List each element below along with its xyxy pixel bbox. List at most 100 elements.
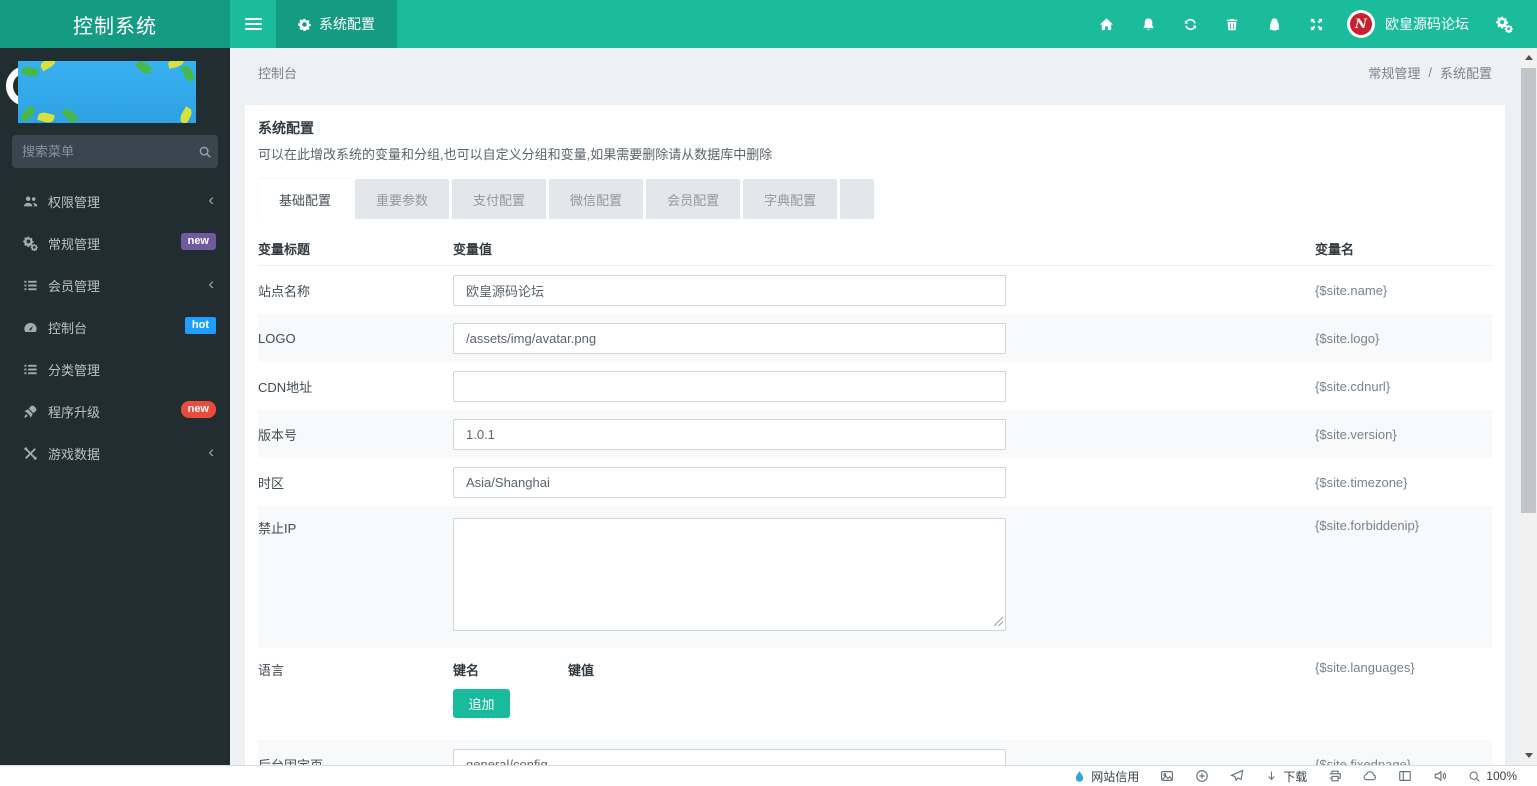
scroll-up-arrow[interactable]: [1520, 50, 1537, 65]
print-item[interactable]: [1328, 769, 1342, 783]
sidebar-item-auth[interactable]: 权限管理 ‹: [0, 180, 230, 222]
append-button[interactable]: 追加: [453, 689, 510, 718]
site-name-input[interactable]: [453, 274, 1006, 306]
table-row-fixedpage: 后台固定页 {$site.fixedpage}: [258, 740, 1492, 765]
table-row-timezone: 时区 {$site.timezone}: [258, 458, 1492, 506]
bell-icon[interactable]: [1127, 0, 1169, 48]
config-tabs: 基础配置 重要参数 支付配置 微信配置 会员配置 字典配置: [258, 179, 1492, 219]
new-badge: new: [180, 401, 216, 419]
config-table: 变量标题 变量值 变量名 站点名称 {$site.name} LOGO {$si…: [258, 232, 1492, 765]
tab-dict-config[interactable]: 字典配置: [743, 179, 838, 219]
new-badge: new: [180, 233, 216, 251]
table-row-site-name: 站点名称 {$site.name}: [258, 266, 1492, 314]
cogs-icon[interactable]: [1483, 0, 1525, 48]
menu-search: [12, 135, 218, 168]
vertical-scrollbar: [1520, 48, 1537, 765]
tab-wechat-config[interactable]: 微信配置: [549, 179, 644, 219]
printer-icon: [1328, 769, 1342, 783]
user-menu[interactable]: N 欧皇源码论坛: [1337, 10, 1483, 38]
table-header: 变量标题 变量值 变量名: [258, 232, 1492, 266]
chevron-left-icon: ‹: [208, 274, 214, 293]
sidebar-panel-item[interactable]: [1398, 769, 1412, 783]
tab-important-params[interactable]: 重要参数: [355, 179, 450, 219]
sidebar-item-category[interactable]: 分类管理: [0, 348, 230, 390]
site-logo-input[interactable]: [453, 322, 1006, 354]
zoom-level-item[interactable]: 100%: [1468, 769, 1517, 783]
topbar: 控制系统 系统配置 N 欧皇源码论坛: [0, 0, 1537, 48]
table-row-logo: LOGO {$site.logo}: [258, 314, 1492, 362]
fullscreen-icon[interactable]: [1295, 0, 1337, 48]
topnav-tab-system-config[interactable]: 系统配置: [276, 0, 397, 48]
window-icon: [1398, 769, 1412, 783]
resize-handle-icon[interactable]: [994, 617, 1003, 626]
sidebar-item-gamedata[interactable]: 游戏数据 ‹: [0, 432, 230, 474]
site-version-input[interactable]: [453, 418, 1006, 450]
cloud-item[interactable]: [1363, 769, 1377, 783]
cloud-icon: [1363, 769, 1377, 783]
users-icon: [22, 194, 38, 209]
tab-payment-config[interactable]: 支付配置: [452, 179, 547, 219]
plane-icon: [1230, 769, 1244, 783]
config-panel: 系统配置 可以在此增改系统的变量和分组,也可以自定义分组和变量,如果需要删除请从…: [245, 105, 1505, 765]
table-row-languages: 语言 键名 键值 追加 {$site.languages}: [258, 648, 1492, 740]
tab-empty[interactable]: [840, 179, 875, 219]
breadcrumb: 控制台 常规管理 / 系统配置: [230, 48, 1520, 96]
cogs-icon: [22, 236, 38, 251]
page-title: 系统配置: [258, 120, 314, 136]
trash-icon[interactable]: [1211, 0, 1253, 48]
breadcrumb-separator: /: [1428, 64, 1432, 80]
page-description: 可以在此增改系统的变量和分组,也可以自定义分组和变量,如果需要删除请从数据库中删…: [258, 147, 773, 162]
chevron-left-icon: ‹: [208, 442, 214, 461]
sidebar-toggle-button[interactable]: [230, 0, 276, 48]
sidebar-item-dashboard[interactable]: 控制台 hot: [0, 306, 230, 348]
sidebar-item-members[interactable]: 会员管理 ‹: [0, 264, 230, 306]
circle-plus-icon: [1195, 769, 1209, 783]
menu-search-input[interactable]: [22, 144, 198, 159]
site-timezone-input[interactable]: [453, 466, 1006, 498]
speaker-icon: [1433, 769, 1447, 783]
refresh-icon[interactable]: [1169, 0, 1211, 48]
sidebar-banner-image: [18, 61, 196, 123]
boost-item[interactable]: [1195, 769, 1209, 783]
search-icon[interactable]: [198, 145, 212, 159]
avatar: N: [1347, 10, 1375, 38]
site-cdnurl-input[interactable]: [453, 370, 1006, 402]
site-credit-item[interactable]: 网站信用: [1073, 768, 1139, 785]
tab-basic-config[interactable]: 基础配置: [258, 179, 353, 219]
rocket-icon: [22, 404, 38, 419]
image-icon: [1160, 769, 1174, 783]
breadcrumb-current-page[interactable]: 控制台: [258, 63, 297, 82]
breadcrumb-parent[interactable]: 常规管理: [1368, 63, 1420, 82]
qq-icon[interactable]: [1253, 0, 1295, 48]
scroll-down-arrow[interactable]: [1520, 748, 1537, 763]
site-forbiddenip-textarea[interactable]: [453, 518, 1006, 631]
table-row-version: 版本号 {$site.version}: [258, 410, 1492, 458]
hamburger-icon: [244, 15, 262, 33]
home-icon[interactable]: [1085, 0, 1127, 48]
zoom-icon: [1468, 770, 1481, 783]
hot-badge: hot: [184, 317, 216, 335]
dashboard-icon: [22, 320, 38, 335]
table-row-cdn: CDN地址 {$site.cdnurl}: [258, 362, 1492, 410]
sidebar-menu: 权限管理 ‹ 常规管理 new 会员管理 ‹ 控制台 hot 分类管理 程序升级…: [0, 180, 230, 474]
username: 欧皇源码论坛: [1385, 16, 1469, 32]
drop-icon: [1073, 770, 1086, 783]
mute-item[interactable]: [1433, 769, 1447, 783]
gear-icon: [298, 18, 311, 31]
image-tool-item[interactable]: [1160, 769, 1174, 783]
breadcrumb-current: 系统配置: [1439, 65, 1492, 81]
tab-member-config[interactable]: 会员配置: [646, 179, 741, 219]
app-brand: 控制系统: [0, 0, 230, 48]
list-icon: [22, 278, 38, 293]
table-row-forbidden-ip: 禁止IP {$site.forbiddenip}: [258, 506, 1492, 648]
sidebar-item-upgrade[interactable]: 程序升级 new: [0, 390, 230, 432]
download-icon: [1265, 770, 1278, 783]
list-icon: [22, 362, 38, 377]
game-boost-item[interactable]: [1230, 769, 1244, 783]
site-fixedpage-input[interactable]: [453, 748, 1006, 765]
sidebar-item-general[interactable]: 常规管理 new: [0, 222, 230, 264]
scrollbar-thumb[interactable]: [1521, 68, 1536, 513]
download-item[interactable]: 下载: [1265, 768, 1307, 785]
sidebar: 权限管理 ‹ 常规管理 new 会员管理 ‹ 控制台 hot 分类管理 程序升级…: [0, 48, 230, 765]
chevron-left-icon: ‹: [208, 190, 214, 209]
